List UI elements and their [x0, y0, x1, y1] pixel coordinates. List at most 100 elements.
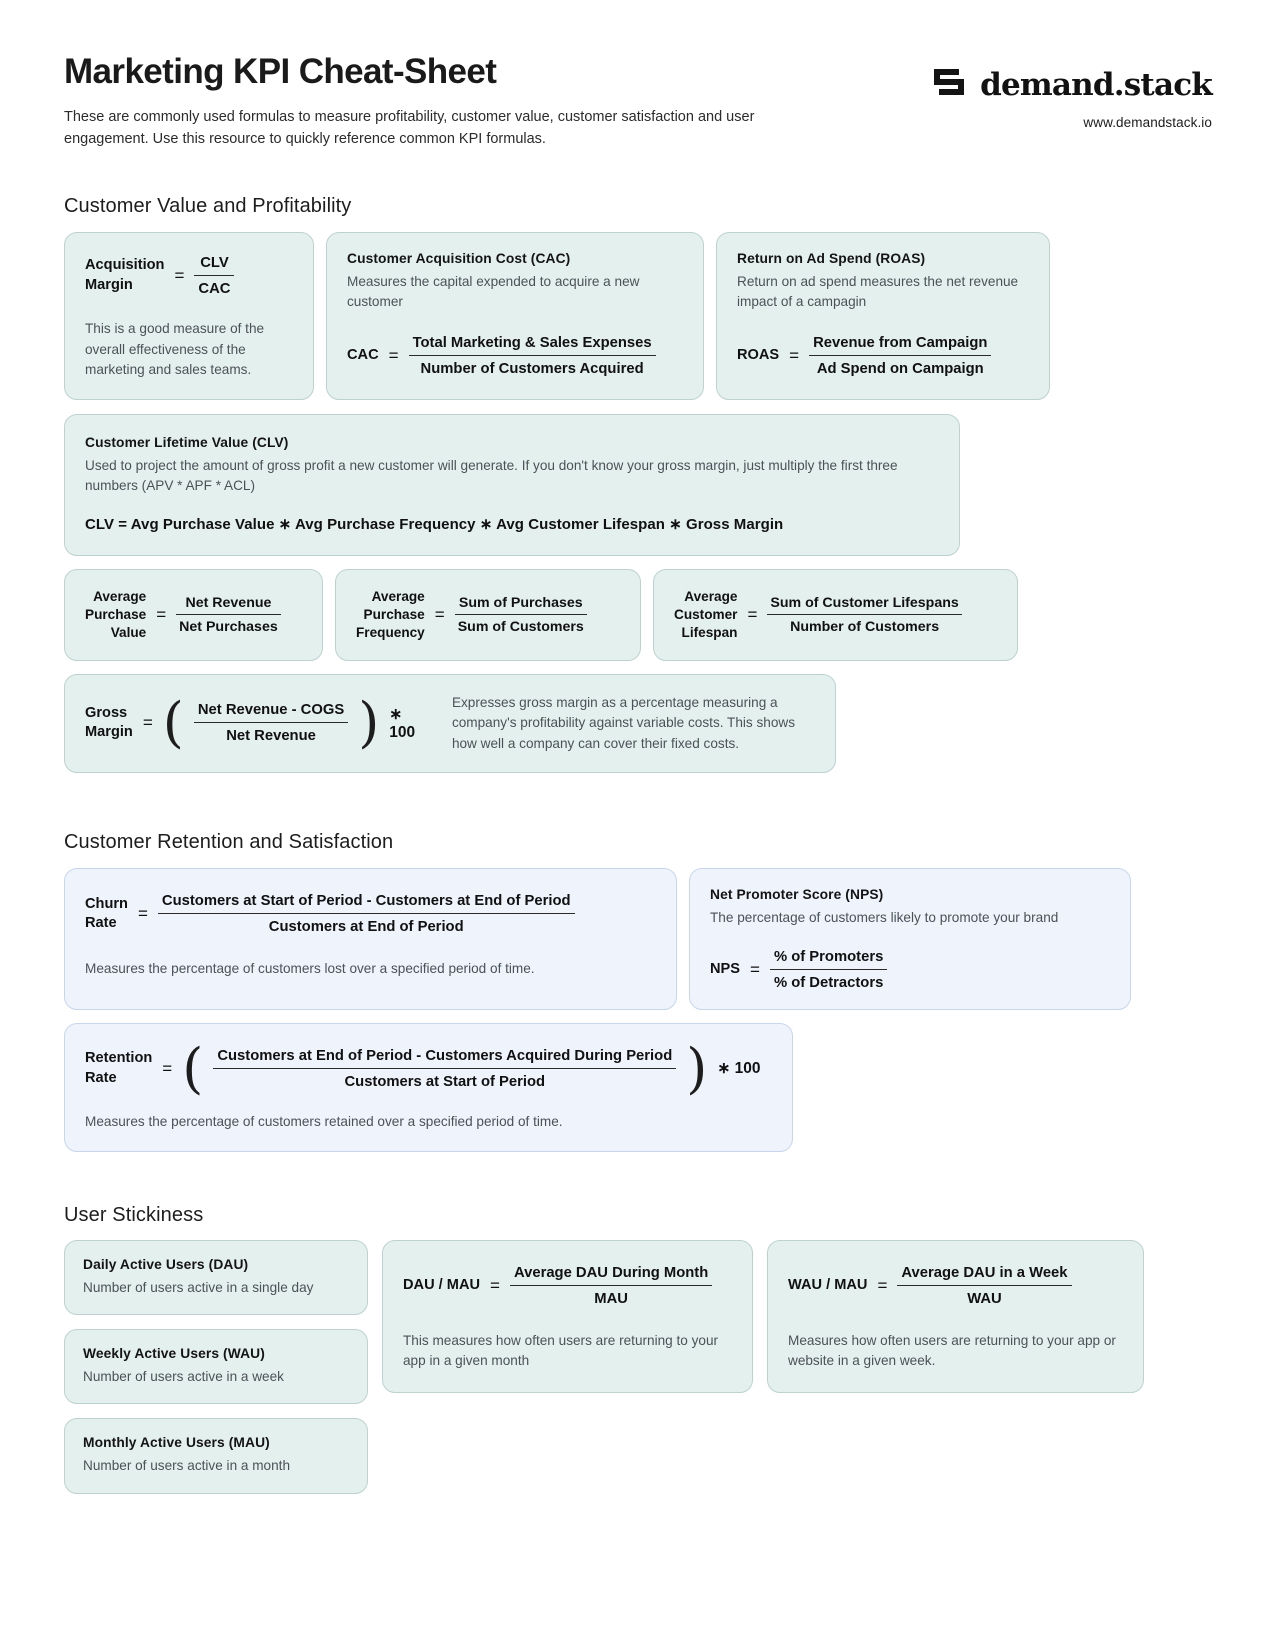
retention-numerator: Customers at End of Period - Customers A… [213, 1048, 677, 1069]
card-wau-over-mau: WAU / MAU = Average DAU in a Week WAU Me… [767, 1239, 1144, 1393]
card-weekly-active-users: Weekly Active Users (WAU) Number of user… [64, 1329, 368, 1405]
roas-lhs: ROAS [737, 346, 780, 363]
roas-title: Return on Ad Spend (ROAS) [737, 250, 926, 266]
acquisition-margin-note: This is a good measure of the overall ef… [85, 320, 265, 378]
dau-mau-denominator: MAU [594, 1290, 628, 1307]
roas-denominator: Ad Spend on Campaign [816, 360, 984, 377]
retention-note: Measures the percentage of customers ret… [85, 1113, 563, 1129]
acquisition-margin-equals: = [174, 265, 185, 285]
apv-denominator: Net Purchases [179, 618, 278, 635]
apv-lhs: Average Purchase Value [85, 588, 147, 640]
retention-formula: Retention Rate = ( Customers at End of P… [85, 1036, 772, 1100]
brand-block: demand.stack www.demandstack.io [929, 52, 1213, 130]
cheat-sheet-page: Marketing KPI Cheat-Sheet These are comm… [0, 0, 1276, 1648]
mau-description: Number of users active in a month [83, 1458, 291, 1474]
card-retention-rate: Retention Rate = ( Customers at End of P… [64, 1022, 793, 1152]
cac-formula: CAC = Total Marketing & Sales Expenses N… [347, 335, 683, 377]
retention-fraction: Customers at End of Period - Customers A… [213, 1048, 677, 1090]
churn-numerator: Customers at Start of Period - Customers… [157, 893, 575, 915]
nps-description: The percentage of customers likely to pr… [710, 910, 1059, 926]
retention-multiplier: ∗ 100 [717, 1060, 761, 1078]
acl-formula: Average Customer Lifespan = Sum of Custo… [674, 588, 997, 642]
gross-margin-equals: = [142, 713, 153, 733]
clv-formula: CLV = Avg Purchase Value ∗ Avg Purchase … [85, 515, 784, 533]
gross-margin-lhs: Gross Margin [85, 704, 133, 741]
acquisition-margin-denominator: CAC [198, 280, 231, 297]
right-paren-icon: ) [686, 1036, 708, 1100]
wau-description: Number of users active in a week [83, 1369, 284, 1385]
apf-formula: Average Purchase Frequency = Sum of Purc… [356, 588, 620, 642]
gross-margin-denominator: Net Revenue [226, 728, 316, 745]
gross-margin-fraction: Net Revenue - COGS Net Revenue [193, 702, 349, 745]
roas-equals: = [789, 345, 800, 365]
card-customer-acquisition-cost: Customer Acquisition Cost (CAC) Measures… [326, 231, 704, 400]
churn-fraction: Customers at Start of Period - Customers… [157, 893, 575, 936]
apf-denominator: Sum of Customers [457, 618, 584, 635]
card-acquisition-margin: Acquisition Margin = CLV CAC This is a g… [64, 231, 314, 400]
gross-margin-multiplier: ∗ 100 [389, 705, 416, 741]
card-dau-over-mau: DAU / MAU = Average DAU During Month MAU… [382, 1239, 753, 1393]
cac-fraction: Total Marketing & Sales Expenses Number … [408, 335, 656, 377]
apv-fraction: Net Revenue Net Purchases [176, 595, 281, 635]
acquisition-margin-formula: Acquisition Margin = CLV CAC [85, 255, 293, 297]
roas-numerator: Revenue from Campaign [809, 335, 992, 356]
roas-description: Return on ad spend measures the net reve… [737, 273, 1019, 310]
apv-equals: = [156, 604, 167, 624]
wau-mau-lhs: WAU / MAU [788, 1276, 868, 1293]
card-average-purchase-frequency: Average Purchase Frequency = Sum of Purc… [335, 568, 641, 661]
acl-equals: = [747, 604, 758, 624]
gross-margin-note: Expresses gross margin as a percentage m… [451, 694, 796, 751]
churn-denominator: Customers at End of Period [268, 919, 464, 936]
wau-mau-formula: WAU / MAU = Average DAU in a Week WAU [788, 1265, 1123, 1307]
brand-url: www.demandstack.io [1083, 115, 1212, 130]
card-average-customer-lifespan: Average Customer Lifespan = Sum of Custo… [653, 568, 1018, 661]
apf-lhs: Average Purchase Frequency [356, 588, 425, 640]
retention-denominator: Customers at Start of Period [344, 1073, 546, 1090]
apf-fraction: Sum of Purchases Sum of Customers [454, 595, 587, 635]
churn-equals: = [137, 904, 148, 924]
acl-fraction: Sum of Customer Lifespans Number of Cust… [767, 595, 962, 635]
churn-note: Measures the percentage of customers los… [85, 961, 535, 977]
churn-formula: Churn Rate = Customers at Start of Perio… [85, 893, 656, 935]
card-return-on-ad-spend: Return on Ad Spend (ROAS) Return on ad s… [716, 231, 1050, 400]
apv-formula: Average Purchase Value = Net Revenue Net… [85, 588, 302, 642]
acquisition-margin-numerator: CLV [194, 255, 235, 276]
page-header: Marketing KPI Cheat-Sheet These are comm… [64, 52, 1213, 151]
nps-lhs: NPS [710, 961, 741, 978]
right-paren-icon: ) [358, 691, 380, 755]
brand-row: demand.stack [929, 62, 1213, 107]
dau-title: Daily Active Users (DAU) [83, 1256, 249, 1272]
wau-title: Weekly Active Users (WAU) [83, 1346, 265, 1362]
wau-mau-equals: = [877, 1275, 888, 1295]
acl-denominator: Number of Customers [790, 618, 940, 635]
row-value-cards: Acquisition Margin = CLV CAC This is a g… [64, 231, 1212, 400]
dau-mau-numerator: Average DAU During Month [509, 1265, 713, 1286]
nps-formula: NPS = % of Promoters % of Detractors [710, 949, 1110, 991]
left-paren-icon: ( [182, 1036, 204, 1100]
wau-mau-numerator: Average DAU in a Week [897, 1265, 1072, 1286]
section-title-customer-retention: Customer Retention and Satisfaction [64, 831, 394, 854]
gross-margin-inner: Gross Margin = ( Net Revenue - COGS Net … [85, 693, 815, 755]
nps-fraction: % of Promoters % of Detractors [769, 949, 888, 991]
clv-description: Used to project the amount of gross prof… [85, 457, 898, 494]
retention-equals: = [162, 1058, 173, 1078]
dau-mau-fraction: Average DAU During Month MAU [509, 1265, 713, 1307]
roas-formula: ROAS = Revenue from Campaign Ad Spend on… [737, 335, 1029, 377]
dau-mau-equals: = [490, 1275, 500, 1295]
section-title-customer-value: Customer Value and Profitability [64, 194, 352, 217]
page-title: Marketing KPI Cheat-Sheet [64, 52, 497, 91]
card-daily-active-users: Daily Active Users (DAU) Number of users… [64, 1239, 368, 1316]
apf-equals: = [434, 604, 445, 624]
apv-numerator: Net Revenue [176, 595, 281, 615]
card-average-purchase-value: Average Purchase Value = Net Revenue Net… [64, 568, 323, 661]
card-churn-rate: Churn Rate = Customers at Start of Perio… [64, 868, 677, 1010]
cac-lhs: CAC [347, 346, 379, 363]
cac-title: Customer Acquisition Cost (CAC) [347, 250, 571, 266]
gross-margin-formula: Gross Margin = ( Net Revenue - COGS Net … [85, 691, 426, 755]
acl-numerator: Sum of Customer Lifespans [767, 595, 962, 615]
wau-mau-fraction: Average DAU in a Week WAU [897, 1265, 1072, 1307]
card-net-promoter-score: Net Promoter Score (NPS) The percentage … [689, 868, 1131, 1010]
acquisition-margin-fraction: CLV CAC [194, 255, 235, 297]
gross-margin-numerator: Net Revenue - COGS [193, 702, 349, 724]
cac-denominator: Number of Customers Acquired [420, 360, 644, 377]
